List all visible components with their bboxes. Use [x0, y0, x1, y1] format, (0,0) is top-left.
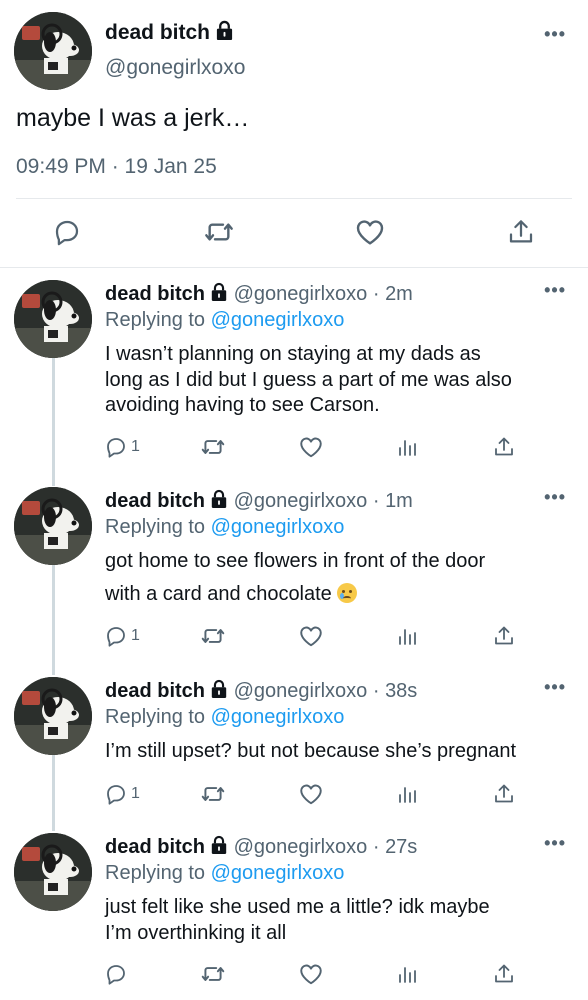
- share-icon[interactable]: [501, 212, 541, 252]
- replying-to: Replying to @gonegirlxoxo: [105, 516, 344, 539]
- share-icon[interactable]: [492, 621, 516, 651]
- handle-and-time[interactable]: @gonegirlxoxo · 38s: [234, 680, 418, 702]
- reply-icon: [104, 435, 128, 459]
- tweet-actions: 1: [100, 621, 528, 651]
- tweet-text: maybe I was a jerk…: [16, 104, 250, 132]
- replying-to: Replying to @gonegirlxoxo: [105, 309, 344, 332]
- divider: [16, 198, 572, 199]
- tweet-timestamp[interactable]: 09:49 PM · 19 Jan 25: [16, 155, 217, 179]
- reply-button[interactable]: 1: [104, 779, 140, 809]
- divider: [0, 267, 588, 268]
- tweet-text: I wasn’t planning on staying at my dads …: [105, 342, 570, 419]
- reply-tweet[interactable]: dead bitch @gonegirlxoxo · 2m ••• Replyi…: [0, 270, 588, 470]
- reply-header: dead bitch @gonegirlxoxo · 27s: [105, 835, 417, 861]
- more-options-icon[interactable]: •••: [544, 280, 566, 301]
- reply-count: 1: [131, 785, 140, 802]
- lock-icon: [215, 20, 234, 46]
- lock-icon: [210, 835, 228, 861]
- like-icon[interactable]: [298, 432, 324, 462]
- tweet-text: I’m still upset? but not because she’s p…: [105, 739, 570, 765]
- tweet-actions: 1: [100, 779, 528, 809]
- replying-prefix: Replying to: [105, 706, 211, 728]
- reply-button[interactable]: 1: [104, 432, 140, 462]
- replying-to-link[interactable]: @gonegirlxoxo: [211, 309, 345, 331]
- display-name[interactable]: dead bitch: [105, 836, 205, 858]
- like-icon[interactable]: [298, 959, 324, 989]
- views-icon[interactable]: [395, 432, 419, 462]
- replying-to-link[interactable]: @gonegirlxoxo: [211, 862, 345, 884]
- avatar[interactable]: [14, 487, 92, 565]
- retweet-icon[interactable]: [200, 621, 226, 651]
- reply-icon: [104, 782, 128, 806]
- replying-prefix: Replying to: [105, 516, 211, 538]
- reply-header: dead bitch @gonegirlxoxo · 2m: [105, 282, 413, 308]
- author-name[interactable]: dead bitch: [105, 20, 234, 46]
- retweet-icon[interactable]: [200, 959, 226, 989]
- lock-icon: [210, 282, 228, 308]
- author-handle[interactable]: @gonegirlxoxo: [105, 56, 245, 80]
- text-line: got home to see flowers in front of the …: [105, 550, 486, 572]
- more-options-icon[interactable]: •••: [544, 24, 566, 45]
- handle-and-time[interactable]: @gonegirlxoxo · 2m: [234, 283, 413, 305]
- reply-icon[interactable]: [47, 212, 87, 252]
- replying-prefix: Replying to: [105, 862, 211, 884]
- text-line: just felt like she used me a little? idk…: [105, 896, 490, 918]
- reply-tweet[interactable]: dead bitch @gonegirlxoxo · 1m ••• Replyi…: [0, 477, 588, 667]
- display-name[interactable]: dead bitch: [105, 283, 205, 305]
- views-icon[interactable]: [395, 621, 419, 651]
- share-icon[interactable]: [492, 779, 516, 809]
- views-icon[interactable]: [395, 779, 419, 809]
- tweet-actions: [100, 959, 528, 989]
- like-icon[interactable]: [298, 621, 324, 651]
- replying-to: Replying to @gonegirlxoxo: [105, 862, 344, 885]
- reply-tweet[interactable]: dead bitch @gonegirlxoxo · 38s ••• Reply…: [0, 667, 588, 817]
- reply-header: dead bitch @gonegirlxoxo · 1m: [105, 489, 413, 515]
- display-name[interactable]: dead bitch: [105, 490, 205, 512]
- reply-count: 1: [131, 627, 140, 644]
- text-line: with a card and chocolate: [105, 583, 332, 605]
- replying-to-link[interactable]: @gonegirlxoxo: [211, 516, 345, 538]
- tweet-actions: 1: [100, 432, 528, 462]
- tweet-actions: [0, 212, 588, 252]
- avatar[interactable]: [14, 12, 92, 90]
- text-line: I wasn’t planning on staying at my dads …: [105, 343, 481, 365]
- like-icon[interactable]: [350, 212, 390, 252]
- text-line: avoiding having to see Carson.: [105, 394, 380, 416]
- reply-button[interactable]: 1: [104, 621, 140, 651]
- share-icon[interactable]: [492, 959, 516, 989]
- views-icon[interactable]: [395, 959, 419, 989]
- crying-face-emoji: [337, 583, 358, 603]
- display-name[interactable]: dead bitch: [105, 680, 205, 702]
- retweet-icon[interactable]: [200, 432, 226, 462]
- reply-icon: [104, 624, 128, 648]
- replying-prefix: Replying to: [105, 309, 211, 331]
- like-icon[interactable]: [298, 779, 324, 809]
- handle-and-time[interactable]: @gonegirlxoxo · 1m: [234, 490, 413, 512]
- text-line: long as I did but I guess a part of me w…: [105, 368, 512, 391]
- retweet-icon[interactable]: [199, 212, 239, 252]
- tweet-text: just felt like she used me a little? idk…: [105, 895, 570, 946]
- avatar[interactable]: [14, 280, 92, 358]
- avatar[interactable]: [14, 833, 92, 911]
- text-line: I’m overthinking it all: [105, 921, 287, 944]
- reply-tweet[interactable]: dead bitch @gonegirlxoxo · 27s ••• Reply…: [0, 823, 588, 1000]
- more-options-icon[interactable]: •••: [544, 677, 566, 698]
- text-line: I’m still upset? but not because she’s p…: [105, 740, 516, 762]
- replying-to-link[interactable]: @gonegirlxoxo: [211, 706, 345, 728]
- reply-header: dead bitch @gonegirlxoxo · 38s: [105, 679, 417, 705]
- tweet-text: got home to see flowers in front of the …: [105, 545, 570, 611]
- reply-count: 1: [131, 438, 140, 455]
- handle-and-time[interactable]: @gonegirlxoxo · 27s: [234, 836, 418, 858]
- more-options-icon[interactable]: •••: [544, 487, 566, 508]
- more-options-icon[interactable]: •••: [544, 833, 566, 854]
- lock-icon: [210, 679, 228, 705]
- avatar[interactable]: [14, 677, 92, 755]
- lock-icon: [210, 489, 228, 515]
- retweet-icon[interactable]: [200, 779, 226, 809]
- replying-to: Replying to @gonegirlxoxo: [105, 706, 344, 729]
- display-name[interactable]: dead bitch: [105, 21, 210, 44]
- reply-icon[interactable]: [104, 959, 128, 989]
- share-icon[interactable]: [492, 432, 516, 462]
